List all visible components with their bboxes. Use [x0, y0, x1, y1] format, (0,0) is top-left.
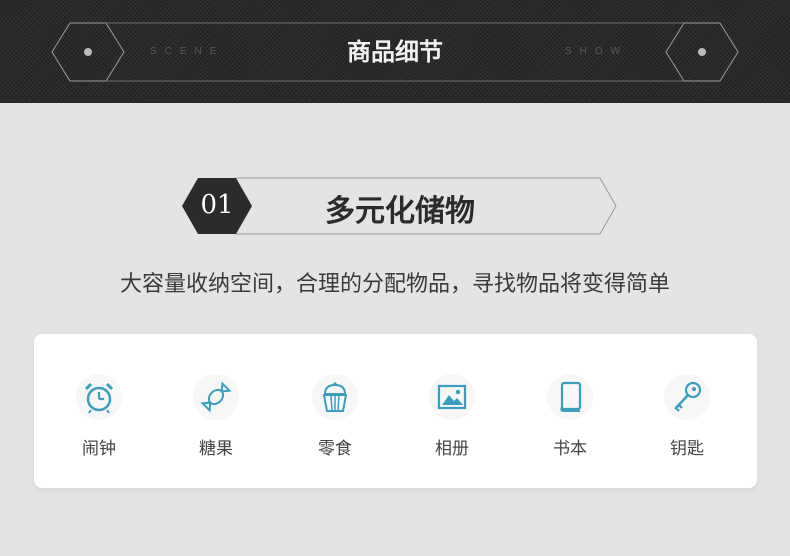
book-icon	[547, 374, 593, 420]
items-card: 闹钟 糖果 零食 相册 书本 钥匙	[34, 334, 757, 488]
candy-icon	[193, 374, 239, 420]
item-photo-album: 相册	[412, 374, 492, 459]
item-label: 零食	[318, 439, 352, 459]
header-title: 商品细节	[347, 37, 443, 66]
item-snack: 零食	[295, 374, 375, 459]
header-right-word: SHOW	[565, 46, 629, 57]
cupcake-icon	[312, 374, 358, 420]
item-label: 闹钟	[82, 439, 116, 459]
alarm-clock-icon	[76, 374, 122, 420]
section-heading: 01 多元化储物	[180, 176, 620, 236]
key-icon	[664, 374, 710, 420]
item-book: 书本	[530, 374, 610, 459]
item-label: 相册	[435, 439, 469, 459]
section-number: 01	[200, 190, 234, 220]
section-title: 多元化储物	[325, 194, 475, 229]
item-label: 钥匙	[670, 439, 704, 459]
header-banner: SCENE 商品细节 SHOW	[0, 0, 790, 103]
item-label: 书本	[553, 439, 587, 459]
item-key: 钥匙	[647, 374, 727, 459]
section-subtitle: 大容量收纳空间，合理的分配物品，寻找物品将变得简单	[119, 272, 670, 297]
item-label: 糖果	[199, 439, 233, 459]
item-candy: 糖果	[176, 374, 256, 459]
photo-album-icon	[429, 374, 475, 420]
item-alarm-clock: 闹钟	[59, 374, 139, 459]
